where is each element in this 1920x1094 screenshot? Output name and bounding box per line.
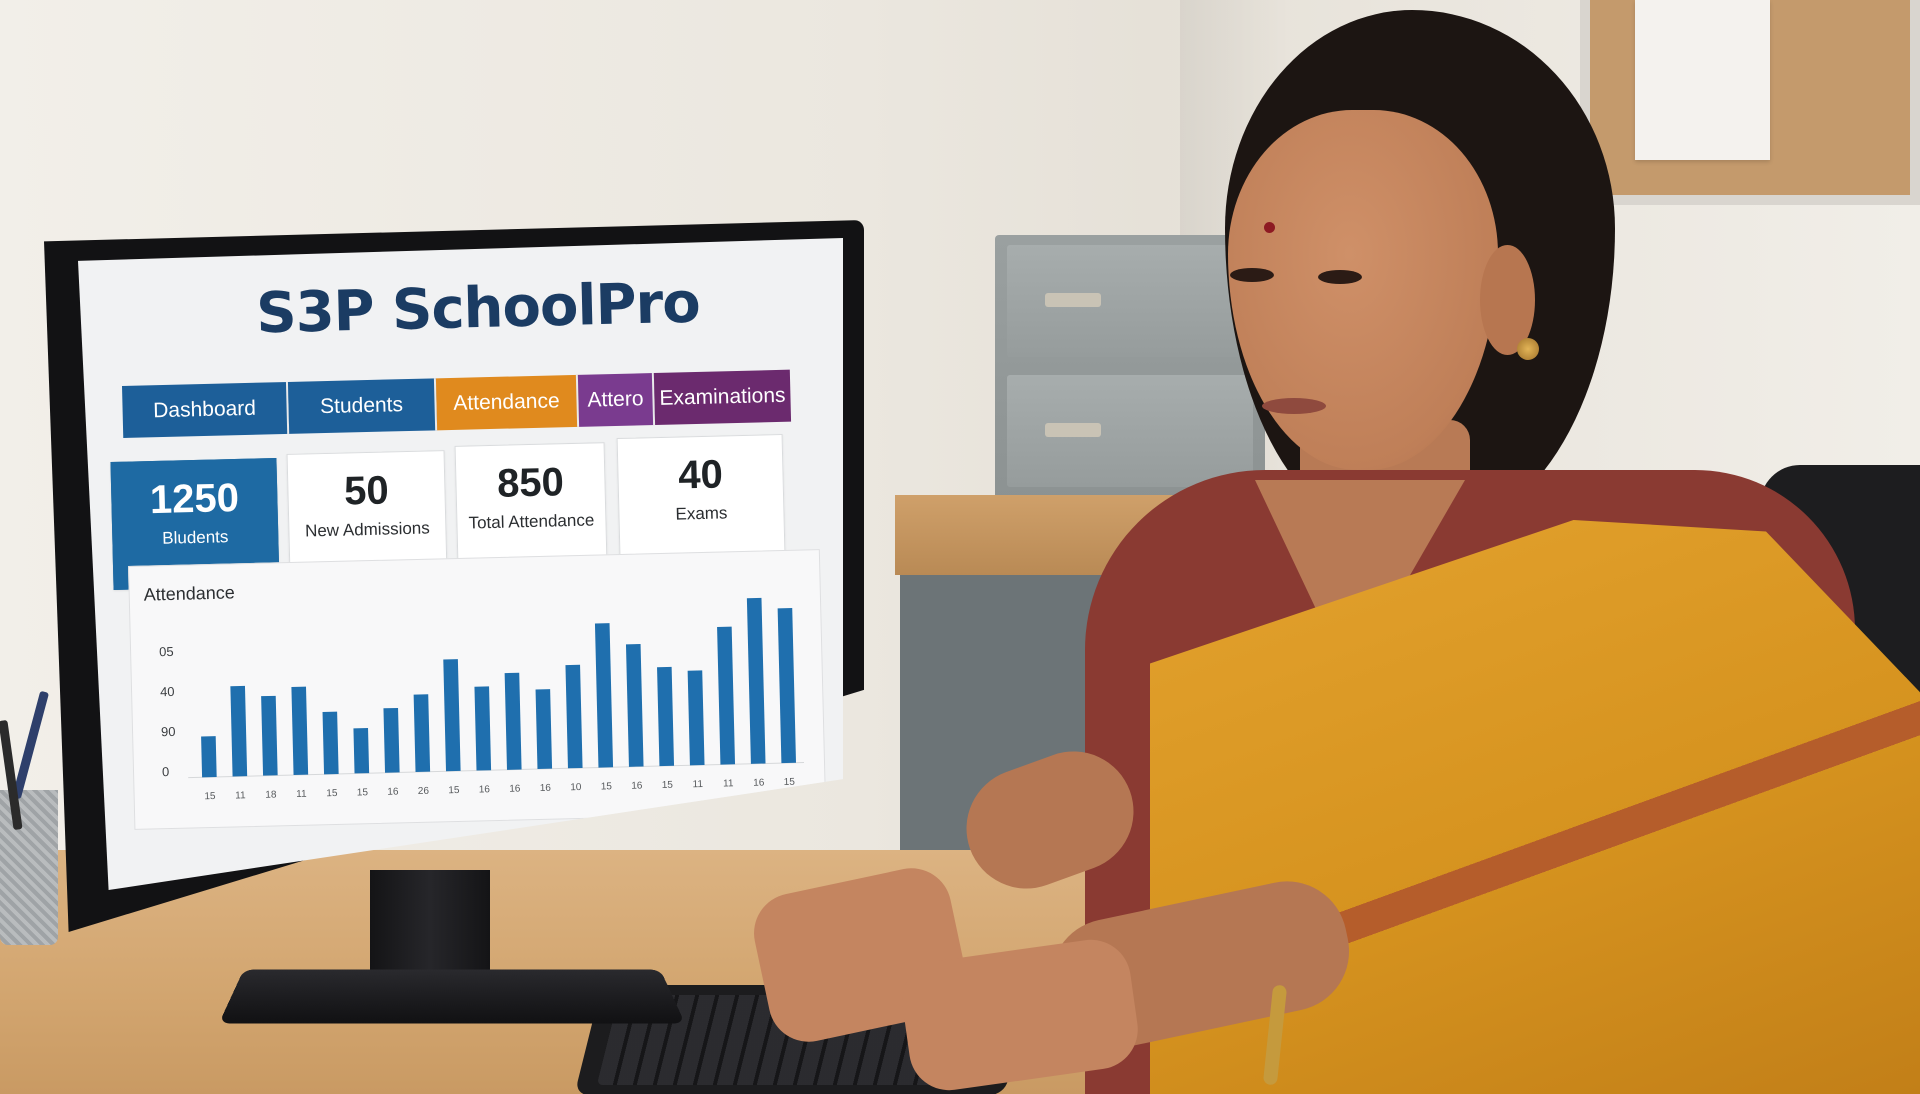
office-scene: S3P SchoolPro Dashboard Students Attenda… [0, 0, 1920, 1094]
stat-card-exams[interactable]: 40 Exams [616, 433, 786, 557]
x-tick-label: 11 [692, 779, 703, 790]
x-tick-label: 16 [479, 784, 491, 795]
chart-bar [322, 711, 339, 775]
x-tick-label: 15 [357, 787, 369, 798]
x-tick-label: 16 [387, 786, 399, 797]
tab-attendance[interactable]: Attendance [435, 374, 580, 431]
chart-bar [201, 736, 217, 778]
stat-label: New Admissions [304, 518, 430, 541]
x-tick-label: 15 [204, 791, 216, 802]
x-tick-label: 15 [784, 777, 796, 788]
tab-attero[interactable]: Attero [577, 373, 656, 427]
chart-bar [443, 659, 461, 772]
bindi [1264, 222, 1275, 233]
chart-bar [717, 626, 736, 765]
attendance-bar-chart: 05 40 90 0 15 11 18 11 15 15 16 26 15 16 16 16 10 15 16 15 1… [159, 597, 805, 802]
stat-label: Bludents [162, 527, 229, 548]
monitor-base [218, 969, 686, 1024]
eye [1318, 270, 1362, 284]
x-tick-label: 11 [235, 790, 246, 801]
y-tick-label: 40 [160, 684, 175, 699]
lips [1262, 398, 1326, 414]
stat-value: 850 [496, 460, 565, 506]
tab-students[interactable]: Students [287, 378, 438, 434]
x-tick-label: 15 [662, 780, 674, 791]
stat-card-total-attendance[interactable]: 850 Total Attendance [454, 442, 608, 566]
x-tick-label: 16 [509, 783, 521, 794]
chart-bar [746, 597, 766, 764]
chart-bar [565, 664, 583, 769]
stat-card-new-admissions[interactable]: 50 New Admissions [286, 450, 448, 576]
chart-bar [230, 685, 248, 777]
tab-examinations[interactable]: Examinations [653, 369, 792, 425]
chart-bar [474, 686, 492, 771]
tab-dashboard[interactable]: Dashboard [122, 381, 290, 438]
x-axis-line [188, 762, 805, 779]
chart-bar [535, 689, 553, 769]
main-nav: Dashboard Students Attendance Attero Exa… [122, 369, 792, 438]
stat-label: Exams [675, 503, 728, 524]
chart-bar [777, 607, 797, 764]
x-tick-label: 18 [265, 789, 277, 800]
eye [1230, 268, 1274, 282]
chart-bar [594, 623, 614, 768]
chart-bar [291, 686, 309, 776]
x-tick-label: 15 [326, 788, 338, 799]
chart-bar [504, 672, 522, 770]
school-dashboard: S3P SchoolPro Dashboard Students Attenda… [78, 238, 843, 890]
y-tick-label: 90 [161, 724, 176, 739]
app-title: S3P SchoolPro [255, 270, 701, 347]
stat-label: Total Attendance [468, 510, 595, 533]
attendance-chart: Attendance 05 40 90 0 15 11 18 11 15 15 16 26 15 16 16… [128, 549, 827, 830]
x-tick-label: 15 [448, 785, 460, 796]
stat-value: 40 [677, 452, 724, 498]
monitor-screen: S3P SchoolPro Dashboard Students Attenda… [78, 238, 843, 890]
chart-bar [383, 707, 400, 773]
chart-bar [353, 727, 370, 774]
earring [1517, 338, 1539, 360]
chart-bar [625, 644, 644, 767]
y-tick-label: 05 [159, 644, 174, 659]
x-tick-label: 15 [601, 781, 613, 792]
stat-value: 50 [343, 468, 390, 514]
x-tick-label: 16 [631, 780, 643, 791]
chart-bar [687, 670, 705, 766]
stat-value: 1250 [149, 475, 240, 523]
x-tick-label: 10 [570, 782, 582, 793]
y-tick-label: 0 [162, 764, 170, 779]
x-tick-label: 26 [418, 786, 430, 797]
chart-bar [261, 695, 278, 776]
x-tick-label: 11 [723, 778, 734, 789]
x-tick-label: 16 [540, 783, 552, 794]
x-tick-label: 11 [296, 789, 307, 800]
x-tick-label: 16 [753, 778, 765, 789]
chart-bar [413, 694, 431, 773]
chart-bar [657, 666, 675, 767]
